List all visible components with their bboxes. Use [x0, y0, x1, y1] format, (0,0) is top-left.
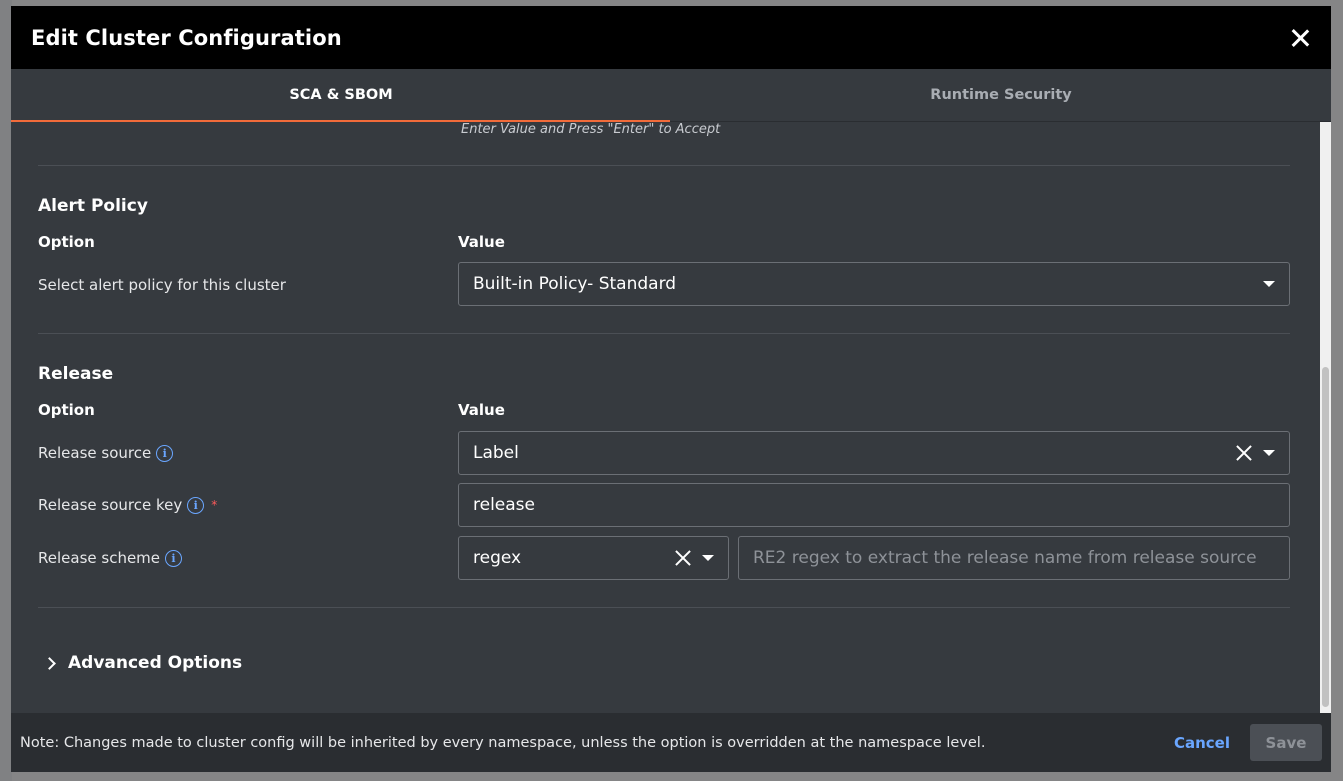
- alert-policy-label-text: Select alert policy for this cluster: [38, 276, 286, 294]
- release-scheme-label-text: Release scheme: [38, 549, 161, 567]
- alert-policy-title: Alert Policy: [38, 196, 148, 216]
- release-regex-input[interactable]: RE2 regex to extract the release name fr…: [738, 536, 1290, 580]
- footer-note: Note: Changes made to cluster config wil…: [20, 734, 986, 751]
- alert-policy-label: Select alert policy for this cluster: [38, 276, 286, 294]
- release-source-label: Release source i: [38, 444, 174, 462]
- release-source-key-label: Release source key i *: [38, 496, 217, 514]
- cancel-button[interactable]: Cancel: [1174, 734, 1230, 752]
- clear-icon[interactable]: [1235, 444, 1253, 462]
- chevron-down-icon[interactable]: [1263, 281, 1275, 287]
- modal-content: Enter Value and Press "Enter" to Accept …: [11, 122, 1331, 713]
- clear-icon[interactable]: [674, 549, 692, 567]
- release-source-value: Label: [473, 443, 519, 463]
- tab-sca-sbom[interactable]: SCA & SBOM: [11, 69, 671, 121]
- required-marker: *: [211, 498, 218, 512]
- release-value-header: Value: [458, 401, 505, 419]
- release-title: Release: [38, 364, 114, 384]
- alert-option-header: Option: [38, 233, 95, 251]
- chevron-down-icon[interactable]: [1263, 450, 1275, 456]
- release-source-select[interactable]: Label: [458, 431, 1290, 475]
- tab-bar: SCA & SBOM Runtime Security: [11, 69, 1331, 122]
- release-scheme-value: regex: [473, 548, 522, 568]
- tab-runtime-security[interactable]: Runtime Security: [671, 69, 1331, 121]
- alert-policy-value: Built-in Policy- Standard: [473, 274, 677, 294]
- advanced-options-toggle[interactable]: Advanced Options: [43, 653, 243, 673]
- scrollbar[interactable]: [1320, 122, 1331, 713]
- chevron-down-icon[interactable]: [702, 555, 714, 561]
- divider: [38, 333, 1290, 334]
- release-regex-placeholder: RE2 regex to extract the release name fr…: [753, 548, 1257, 568]
- info-icon[interactable]: i: [187, 496, 205, 514]
- info-icon[interactable]: i: [156, 444, 174, 462]
- input-hint: Enter Value and Press "Enter" to Accept: [461, 122, 721, 137]
- chevron-right-icon: [43, 656, 56, 670]
- save-button[interactable]: Save: [1250, 724, 1322, 761]
- advanced-options-label: Advanced Options: [68, 653, 243, 673]
- release-source-label-text: Release source: [38, 444, 152, 462]
- release-source-key-input[interactable]: release: [458, 483, 1290, 527]
- info-icon[interactable]: i: [165, 549, 183, 567]
- release-scheme-label: Release scheme i: [38, 549, 183, 567]
- divider: [38, 607, 1290, 608]
- close-icon[interactable]: [1289, 27, 1311, 49]
- alert-value-header: Value: [458, 233, 505, 251]
- modal-footer: Note: Changes made to cluster config wil…: [11, 713, 1331, 772]
- edit-cluster-modal: Edit Cluster Configuration SCA & SBOM Ru…: [11, 6, 1331, 772]
- release-option-header: Option: [38, 401, 95, 419]
- divider: [38, 165, 1290, 166]
- release-source-key-label-text: Release source key: [38, 496, 183, 514]
- scrollbar-thumb[interactable]: [1322, 367, 1329, 707]
- modal-title: Edit Cluster Configuration: [31, 25, 342, 50]
- release-scheme-select[interactable]: regex: [458, 536, 729, 580]
- alert-policy-select[interactable]: Built-in Policy- Standard: [458, 262, 1290, 306]
- release-source-key-value: release: [473, 495, 535, 515]
- modal-header: Edit Cluster Configuration: [11, 6, 1331, 69]
